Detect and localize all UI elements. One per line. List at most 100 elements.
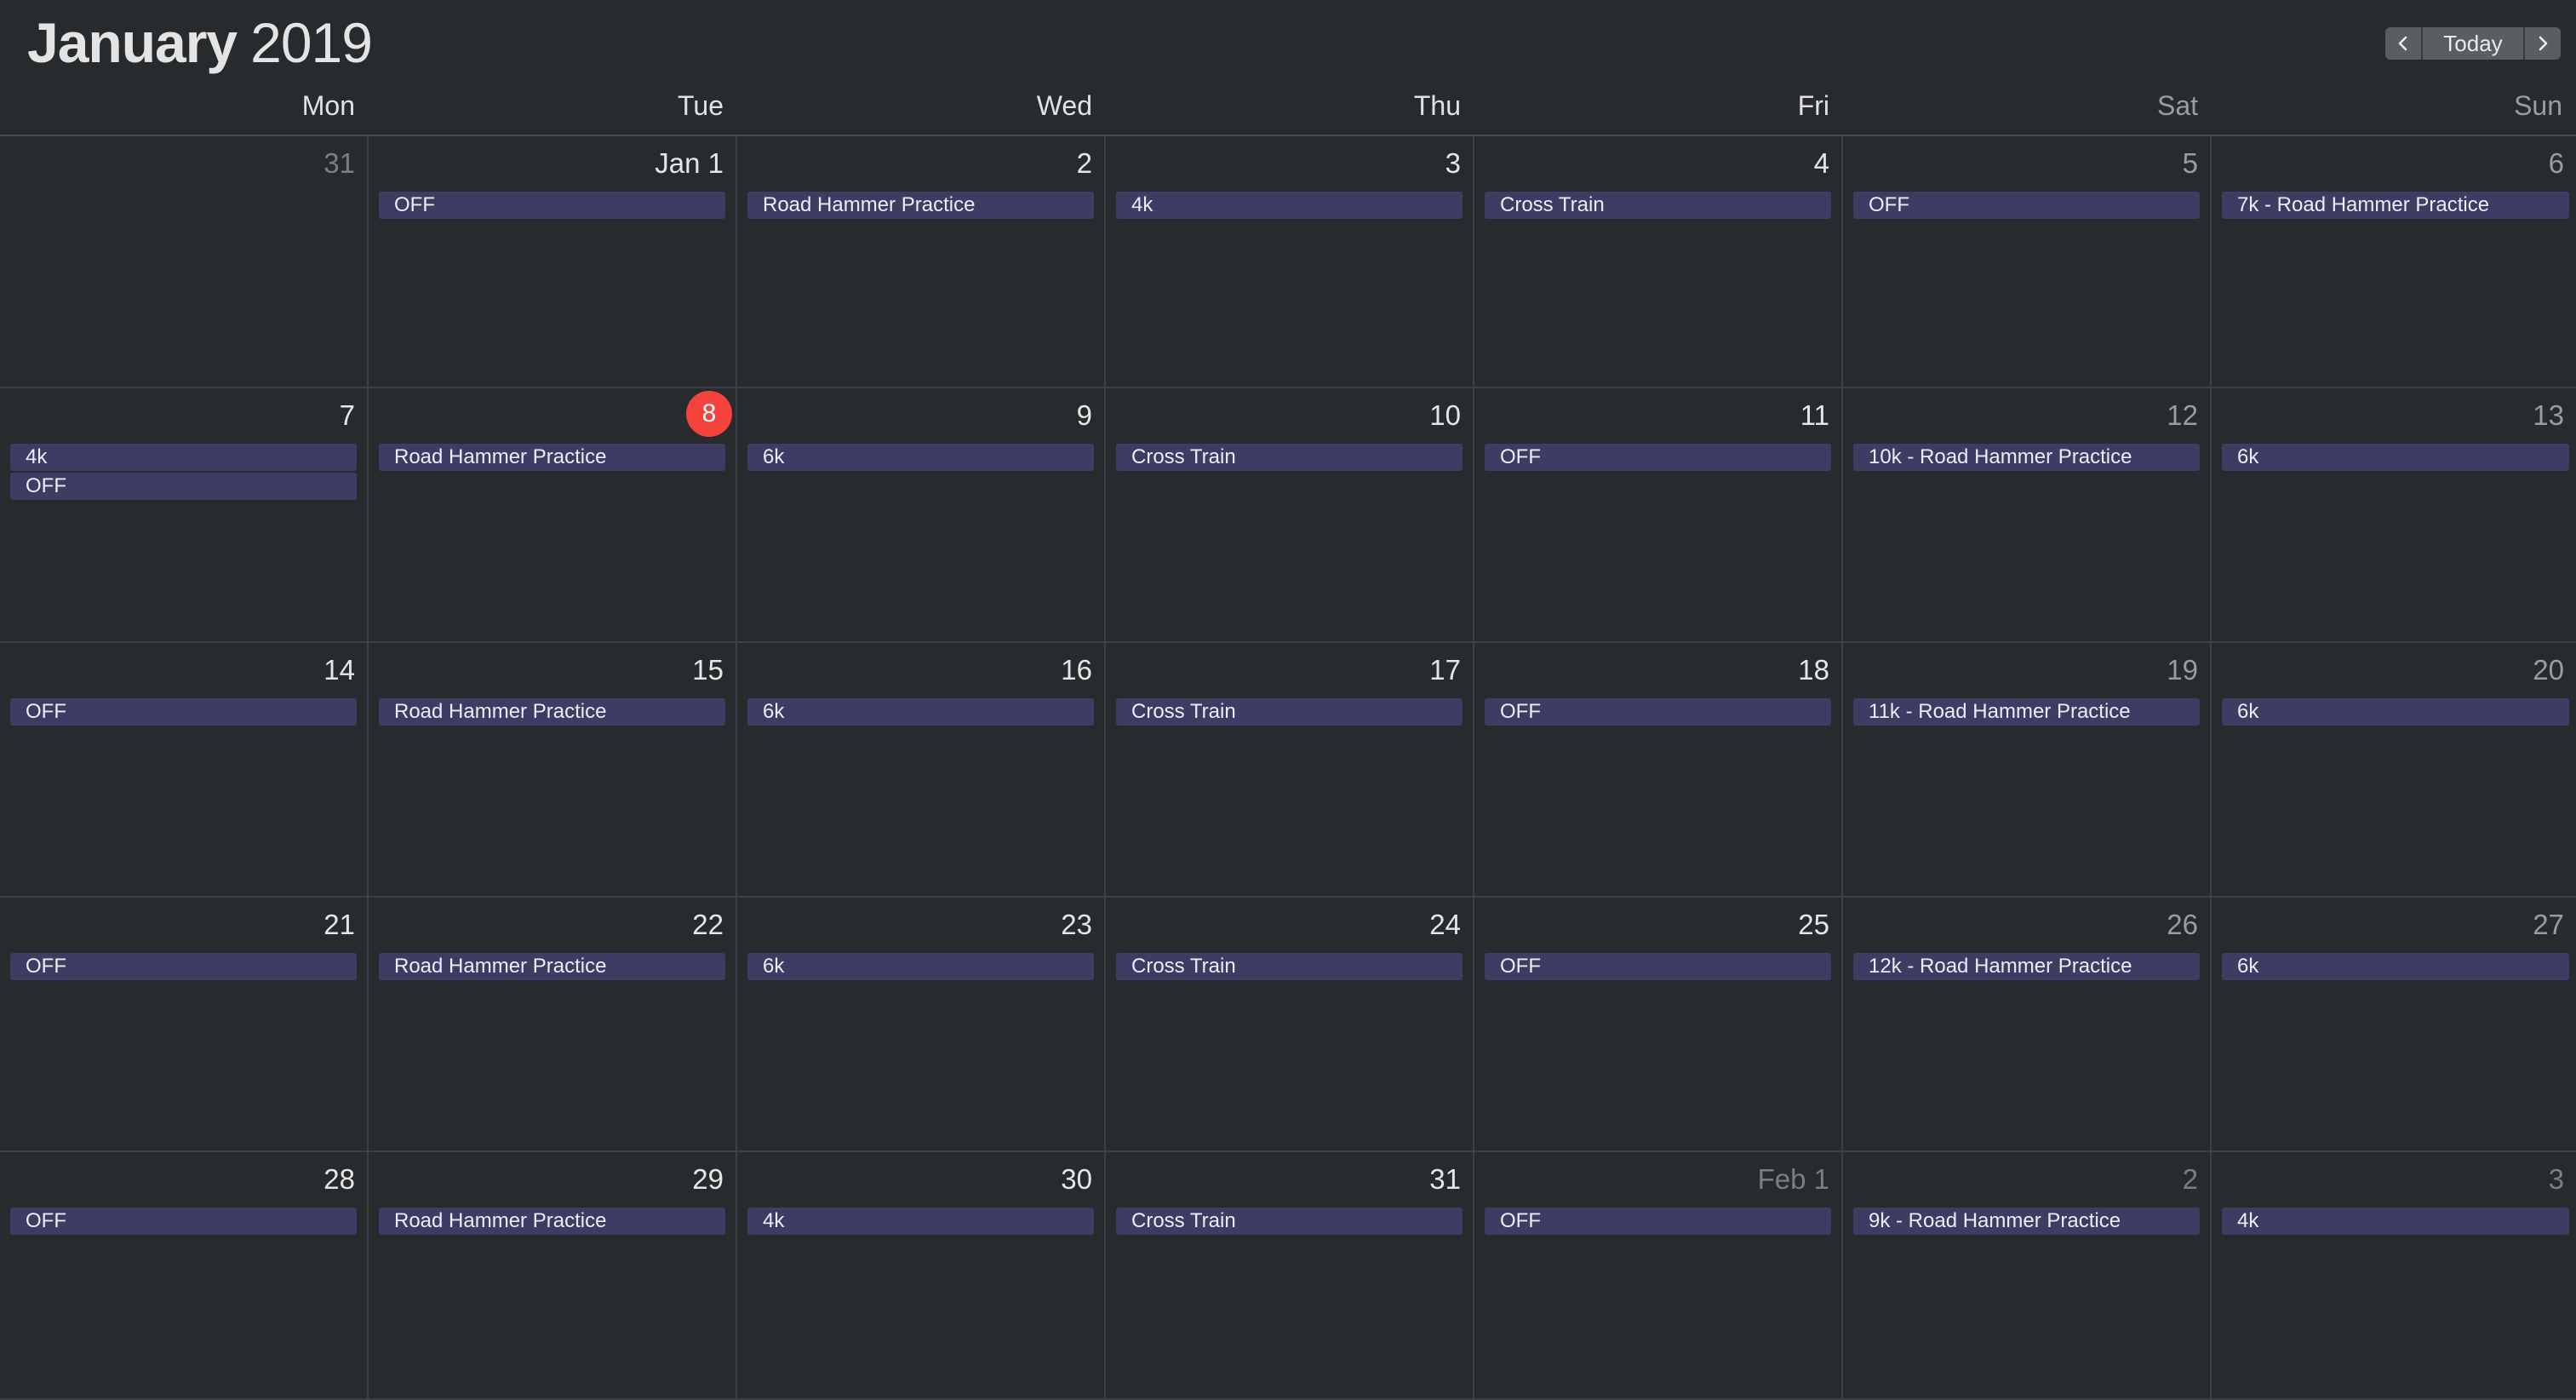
day-cell[interactable]: 20 6k xyxy=(2212,643,2576,898)
day-cell[interactable]: 18 OFF xyxy=(1474,643,1843,898)
calendar-event[interactable]: 6k xyxy=(747,444,1094,471)
day-number: 21 xyxy=(323,909,355,940)
day-cell[interactable]: 8 Road Hammer Practice xyxy=(369,388,737,643)
chevron-left-icon xyxy=(2398,36,2407,51)
calendar-event[interactable]: Cross Train xyxy=(1116,953,1463,980)
calendar-event[interactable]: 7k - Road Hammer Practice xyxy=(2222,192,2569,219)
calendar-event[interactable]: 6k xyxy=(747,953,1094,980)
day-cell[interactable]: 2 Road Hammer Practice xyxy=(737,136,1106,388)
day-number: 25 xyxy=(1798,909,1829,940)
day-cell[interactable]: Feb 1 OFF xyxy=(1474,1152,1843,1400)
day-number: 28 xyxy=(323,1163,355,1195)
calendar-event[interactable]: OFF xyxy=(1485,1208,1831,1235)
calendar-event[interactable]: 6k xyxy=(2222,698,2569,726)
day-number: 19 xyxy=(2167,654,2198,686)
calendar-event[interactable]: 6k xyxy=(2222,953,2569,980)
day-number: Feb 1 xyxy=(1757,1163,1829,1195)
calendar-event[interactable]: OFF xyxy=(1853,192,2200,219)
day-cell[interactable]: 28 OFF xyxy=(0,1152,369,1400)
day-cell[interactable]: 6 7k - Road Hammer Practice xyxy=(2212,136,2576,388)
day-cell[interactable]: 11 OFF xyxy=(1474,388,1843,643)
day-cell[interactable]: 2 9k - Road Hammer Practice xyxy=(1843,1152,2212,1400)
day-number: 24 xyxy=(1429,909,1461,940)
calendar-event[interactable]: OFF xyxy=(10,953,357,980)
day-number: 11 xyxy=(1800,399,1829,431)
calendar-event[interactable]: 4k xyxy=(2222,1208,2569,1235)
day-cell[interactable]: 3 4k xyxy=(2212,1152,2576,1400)
previous-month-button[interactable] xyxy=(2385,27,2421,60)
weekday-sun: Sun xyxy=(2514,90,2562,121)
weekday-sat: Sat xyxy=(2156,90,2198,121)
day-number: 2 xyxy=(1076,147,1092,179)
day-cell[interactable]: 7 4k OFF xyxy=(0,388,369,643)
day-cell[interactable]: 14 OFF xyxy=(0,643,369,898)
calendar-event[interactable]: Cross Train xyxy=(1116,698,1463,726)
calendar-event[interactable]: OFF xyxy=(10,473,357,500)
day-cell[interactable]: 22 Road Hammer Practice xyxy=(369,898,737,1152)
day-cell[interactable]: 31 xyxy=(0,136,369,388)
day-cell[interactable]: 29 Road Hammer Practice xyxy=(369,1152,737,1400)
day-number: 13 xyxy=(2533,399,2564,431)
day-number: 20 xyxy=(2533,654,2564,686)
calendar-event[interactable]: 9k - Road Hammer Practice xyxy=(1853,1208,2200,1235)
calendar-event[interactable]: 4k xyxy=(1116,192,1463,219)
day-number: 31 xyxy=(1429,1163,1461,1195)
calendar-event[interactable]: OFF xyxy=(10,1208,357,1235)
day-cell[interactable]: 15 Road Hammer Practice xyxy=(369,643,737,898)
month-name: January xyxy=(27,11,238,74)
day-number: 16 xyxy=(1061,654,1092,686)
calendar-event[interactable]: OFF xyxy=(1485,698,1831,726)
day-number: 15 xyxy=(692,654,724,686)
day-cell[interactable]: 31 Cross Train xyxy=(1106,1152,1474,1400)
day-number: 6 xyxy=(2548,147,2564,179)
day-cell[interactable]: 5 OFF xyxy=(1843,136,2212,388)
day-cell[interactable]: 24 Cross Train xyxy=(1106,898,1474,1152)
day-cell[interactable]: Jan 1 OFF xyxy=(369,136,737,388)
calendar-event[interactable]: Cross Train xyxy=(1116,444,1463,471)
calendar-event[interactable]: OFF xyxy=(10,698,357,726)
calendar-event[interactable]: 4k xyxy=(747,1208,1094,1235)
day-cell[interactable]: 13 6k xyxy=(2212,388,2576,643)
day-cell[interactable]: 19 11k - Road Hammer Practice xyxy=(1843,643,2212,898)
calendar-event[interactable]: Road Hammer Practice xyxy=(379,1208,725,1235)
day-number: 17 xyxy=(1429,654,1461,686)
day-cell[interactable]: 25 OFF xyxy=(1474,898,1843,1152)
weekday-thu: Thu xyxy=(1413,90,1461,121)
calendar-event[interactable]: OFF xyxy=(1485,444,1831,471)
day-cell[interactable]: 10 Cross Train xyxy=(1106,388,1474,643)
day-number: 14 xyxy=(323,654,355,686)
calendar-event[interactable]: Cross Train xyxy=(1485,192,1831,219)
calendar-event[interactable]: OFF xyxy=(379,192,725,219)
day-cell[interactable]: 27 6k xyxy=(2212,898,2576,1152)
day-cell[interactable]: 4 Cross Train xyxy=(1474,136,1843,388)
calendar-event[interactable]: Cross Train xyxy=(1116,1208,1463,1235)
calendar-event[interactable]: 6k xyxy=(747,698,1094,726)
today-date-badge: 8 xyxy=(686,391,732,437)
next-month-button[interactable] xyxy=(2525,27,2561,60)
day-cell[interactable]: 21 OFF xyxy=(0,898,369,1152)
calendar-event[interactable]: Road Hammer Practice xyxy=(747,192,1094,219)
day-number: 4 xyxy=(1813,147,1829,179)
day-cell[interactable]: 30 4k xyxy=(737,1152,1106,1400)
month-navigation: Today xyxy=(2385,27,2561,60)
day-cell[interactable]: 12 10k - Road Hammer Practice xyxy=(1843,388,2212,643)
day-number: 5 xyxy=(2182,147,2198,179)
calendar-event[interactable]: Road Hammer Practice xyxy=(379,444,725,471)
chevron-right-icon xyxy=(2539,36,2548,51)
calendar-event[interactable]: 12k - Road Hammer Practice xyxy=(1853,953,2200,980)
weekday-wed: Wed xyxy=(1036,90,1092,121)
calendar-event[interactable]: Road Hammer Practice xyxy=(379,698,725,726)
calendar-event[interactable]: OFF xyxy=(1485,953,1831,980)
day-cell[interactable]: 26 12k - Road Hammer Practice xyxy=(1843,898,2212,1152)
calendar-event[interactable]: Road Hammer Practice xyxy=(379,953,725,980)
today-button[interactable]: Today xyxy=(2421,27,2525,60)
day-cell[interactable]: 17 Cross Train xyxy=(1106,643,1474,898)
calendar-event[interactable]: 11k - Road Hammer Practice xyxy=(1853,698,2200,726)
day-cell[interactable]: 16 6k xyxy=(737,643,1106,898)
calendar-event[interactable]: 4k xyxy=(10,444,357,471)
calendar-event[interactable]: 6k xyxy=(2222,444,2569,471)
day-cell[interactable]: 23 6k xyxy=(737,898,1106,1152)
day-cell[interactable]: 9 6k xyxy=(737,388,1106,643)
day-cell[interactable]: 3 4k xyxy=(1106,136,1474,388)
calendar-event[interactable]: 10k - Road Hammer Practice xyxy=(1853,444,2200,471)
